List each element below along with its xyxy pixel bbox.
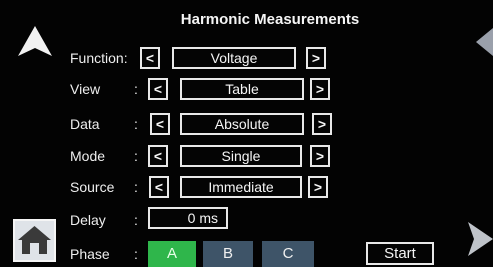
left-chevron-icon[interactable] [472,28,493,56]
mode-label: Mode [70,148,106,164]
phase-c-button[interactable]: C [262,241,314,267]
data-prev-button[interactable]: < [150,113,170,135]
view-label: View [70,81,101,97]
function-prev-button[interactable]: < [140,47,160,69]
data-label: Data [70,116,100,132]
data-next-button[interactable]: > [312,113,332,135]
function-next-button[interactable]: > [306,47,326,69]
function-value: Voltage [172,47,296,69]
mode-value: Single [180,145,302,167]
delay-value-field[interactable]: 0 ms [148,207,228,229]
view-value: Table [180,78,304,100]
phase-label: Phase [70,246,110,262]
delay-label: Delay [70,212,106,228]
phase-colon: : [134,246,138,262]
phase-a-button[interactable]: A [148,241,196,267]
view-colon: : [134,81,138,97]
view-next-button[interactable]: > [310,78,330,100]
page-title: Harmonic Measurements [180,11,360,28]
home-icon[interactable] [13,219,56,262]
source-value: Immediate [180,176,302,198]
screen: Harmonic Measurements Function: < Voltag… [0,0,493,267]
source-label: Source [70,179,115,195]
view-prev-button[interactable]: < [148,78,168,100]
data-value: Absolute [180,113,304,135]
mode-next-button[interactable]: > [310,145,330,167]
up-arrow-icon[interactable] [16,24,54,58]
right-chevron-icon[interactable] [468,222,493,256]
delay-colon: : [134,212,138,228]
data-colon: : [134,116,138,132]
source-prev-button[interactable]: < [149,176,169,198]
mode-prev-button[interactable]: < [148,145,168,167]
source-colon: : [134,179,138,195]
start-button[interactable]: Start [366,242,434,265]
function-label: Function: [70,50,128,66]
mode-colon: : [134,148,138,164]
source-next-button[interactable]: > [308,176,328,198]
phase-b-button[interactable]: B [203,241,253,267]
